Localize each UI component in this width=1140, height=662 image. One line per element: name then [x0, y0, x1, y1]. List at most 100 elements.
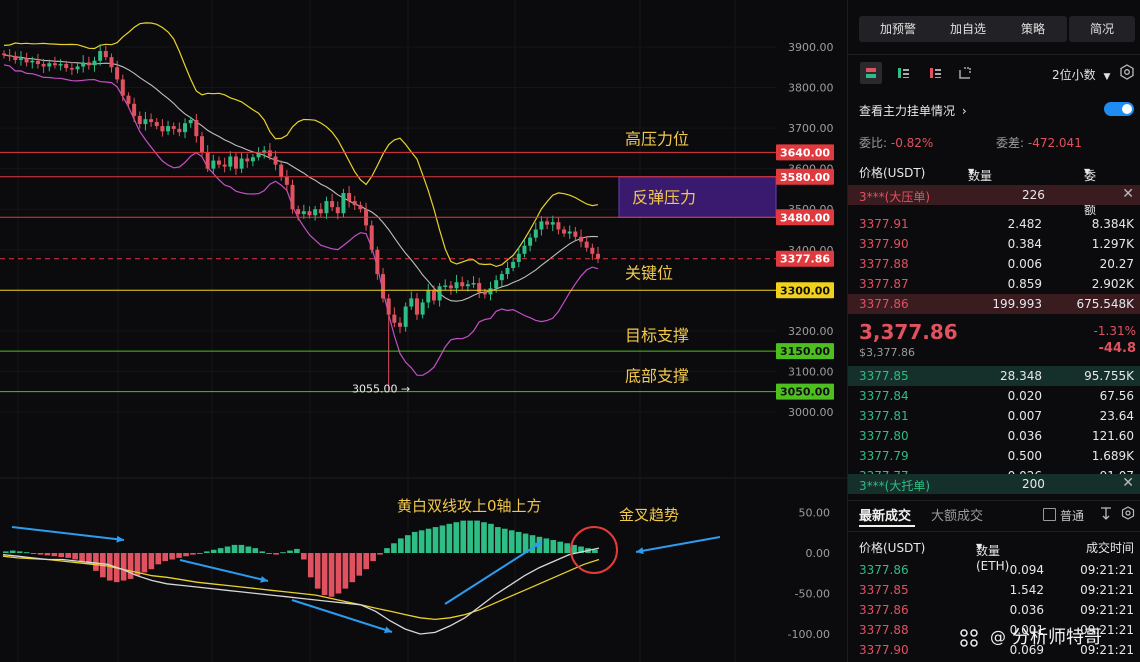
candlestick-chart[interactable]: 3900.003800.003700.003600.003500.003400.…	[0, 0, 847, 662]
candle-body	[92, 60, 97, 66]
macd-histogram-bar	[453, 522, 460, 553]
book-mode-bids-icon[interactable]	[892, 62, 914, 84]
candle-body	[460, 282, 465, 287]
candle-body	[313, 209, 318, 216]
candle-body	[154, 122, 159, 127]
candle-body	[301, 211, 306, 215]
candle-body	[69, 68, 74, 70]
macd-tick-label: 0.00	[806, 547, 831, 560]
bid-row[interactable]: 3377.79 0.500 1.689K	[848, 446, 1140, 466]
overview-button[interactable]: 简况	[1069, 16, 1135, 42]
macd-histogram-bar	[231, 544, 238, 553]
candle-body	[245, 158, 250, 162]
bid-row[interactable]: 3377.81 0.007 23.64	[848, 406, 1140, 426]
book-mode-both-icon[interactable]	[860, 62, 882, 84]
macd-histogram-bar	[79, 553, 85, 562]
candle-body	[426, 290, 431, 303]
normal-checkbox[interactable]	[1043, 508, 1056, 521]
ask-row[interactable]: 3377.87 0.859 2.902K	[848, 274, 1140, 294]
trade-price: 3377.86	[859, 563, 909, 577]
annotation-arrow	[635, 536, 721, 553]
macd-histogram-bar	[141, 553, 148, 573]
big-bid-label: 3***(大托单)	[859, 479, 930, 493]
top-stub	[859, 0, 1129, 4]
close-icon[interactable]: ✕	[1122, 475, 1134, 491]
candle-body	[409, 298, 414, 307]
row-price: 3377.90	[859, 237, 909, 251]
price-level-label: 3580.00	[780, 171, 830, 184]
annotation-arrow	[11, 526, 125, 541]
low-price-marker: 3055.00 →	[352, 383, 410, 396]
trade-time: 09:21:21	[1080, 583, 1134, 597]
bid-row[interactable]: 3377.80 0.036 121.60	[848, 426, 1140, 446]
strategy-button[interactable]: 策略	[999, 16, 1067, 42]
ask-row[interactable]: 3377.88 0.006 20.27	[848, 254, 1140, 274]
big-bid-value: 200	[1022, 477, 1045, 491]
macd-histogram-bar	[384, 548, 390, 553]
ask-row[interactable]: 3377.90 0.384 1.297K	[848, 234, 1140, 254]
candle-body	[579, 236, 584, 242]
ask-row[interactable]: 3377.86 199.993 675.548K	[848, 294, 1140, 314]
candle-body	[160, 126, 165, 132]
macd-histogram-bar	[501, 528, 508, 553]
depth-view-icon[interactable]	[954, 62, 976, 84]
golden-cross-label: 金叉趋势	[619, 506, 679, 524]
macd-histogram-bar	[446, 523, 453, 553]
trade-price: 3377.90	[859, 643, 909, 657]
macd-dif-line	[2, 547, 600, 635]
macd-histogram-bar	[391, 543, 397, 553]
macd-histogram-bar	[210, 549, 217, 553]
macd-histogram-bar	[65, 553, 72, 558]
trade-col-time: 成交时间	[1085, 541, 1134, 555]
macd-histogram-bar	[224, 546, 231, 553]
candle-body	[341, 192, 346, 214]
candle-body	[533, 229, 538, 238]
price-level-caption: 高压力位	[625, 129, 689, 148]
macd-histogram-bar	[411, 531, 418, 553]
tab-latest-trades[interactable]: 最新成交	[859, 505, 911, 524]
macd-histogram-bar	[23, 552, 30, 554]
settings-gear-icon[interactable]	[1118, 62, 1136, 82]
price-level-label: 3150.00	[780, 345, 830, 358]
diff-label: 委差:	[996, 136, 1025, 150]
main-order-toggle-row[interactable]: 查看主力挂单情况 ›	[859, 102, 967, 119]
filter-icon[interactable]	[1098, 505, 1114, 521]
tab-large-trades[interactable]: 大额成交	[931, 505, 983, 524]
macd-histogram-bar	[460, 520, 467, 553]
row-total: 121.60	[1092, 429, 1134, 443]
candle-body	[194, 119, 199, 137]
add-favorite-button[interactable]: 加自选	[929, 16, 1007, 42]
macd-histogram-bar	[238, 544, 245, 553]
annotation-arrow	[179, 559, 269, 582]
bid-row-partial[interactable]: 3377.770.02691.07	[848, 466, 1140, 474]
macd-histogram-bar	[245, 546, 252, 553]
candle-body	[448, 285, 453, 289]
price-tick-label: 3800.00	[788, 82, 834, 95]
candle-body	[13, 55, 18, 60]
close-icon[interactable]: ✕	[1122, 186, 1134, 202]
ask-row[interactable]: 3377.91 2.482 8.384K	[848, 214, 1140, 234]
decimals-select[interactable]: 2位小数 ▼	[1052, 66, 1110, 83]
main-order-switch[interactable]	[1104, 102, 1134, 116]
bid-row[interactable]: 3377.85 28.348 95.755K	[848, 366, 1140, 386]
macd-histogram-bar	[356, 553, 363, 576]
candle-body	[279, 164, 284, 177]
trade-row: 3377.88 0.001 09:21:21	[848, 620, 1140, 640]
macd-histogram-bar	[44, 553, 51, 556]
candle-body	[171, 126, 176, 129]
bid-row[interactable]: 3377.84 0.020 67.56	[848, 386, 1140, 406]
trade-time: 09:21:21	[1080, 643, 1134, 657]
macd-histogram-bar	[342, 553, 349, 589]
add-alert-button[interactable]: 加预警	[859, 16, 937, 42]
big-bid-bar[interactable]: 3***(大托单) 200 ✕	[848, 474, 1140, 494]
candle-body	[330, 201, 335, 208]
candle-body	[250, 157, 255, 162]
macd-histogram-bar	[488, 523, 494, 553]
candle-body	[183, 123, 188, 133]
book-mode-asks-icon[interactable]	[924, 62, 946, 84]
candle-body	[556, 222, 561, 230]
row-amount: 0.020	[1007, 389, 1042, 403]
settings-gear-icon[interactable]	[1120, 505, 1136, 521]
chevron-right-icon: ›	[961, 104, 967, 118]
big-ask-bar[interactable]: 3***(大压单) 226 ✕	[848, 185, 1140, 205]
